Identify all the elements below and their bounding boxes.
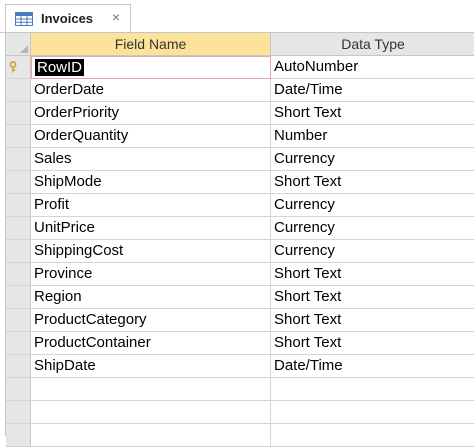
data-type-cell[interactable]: Short Text (271, 263, 474, 286)
document-tab-bar: Invoices × (0, 0, 474, 33)
table-row: OrderQuantity Number (6, 125, 474, 148)
row-selector[interactable] (6, 355, 31, 378)
table-row: ShipMode Short Text (6, 171, 474, 194)
table-row (6, 401, 474, 424)
data-type-cell[interactable]: Currency (271, 217, 474, 240)
row-selector[interactable] (6, 56, 31, 79)
field-name-cell[interactable] (31, 401, 271, 424)
data-type-cell[interactable]: Short Text (271, 286, 474, 309)
field-name-cell[interactable]: ProductCategory (31, 309, 271, 332)
tab-invoices[interactable]: Invoices × (5, 4, 131, 32)
table-row: ShippingCost Currency (6, 240, 474, 263)
selected-field-name: RowID (35, 59, 85, 76)
row-selector[interactable] (6, 148, 31, 171)
data-type-cell[interactable]: Currency (271, 148, 474, 171)
data-type-cell[interactable]: Number (271, 125, 474, 148)
row-selector[interactable] (6, 286, 31, 309)
field-name-cell[interactable]: OrderQuantity (31, 125, 271, 148)
row-selector[interactable] (6, 263, 31, 286)
field-name-cell[interactable]: UnitPrice (31, 217, 271, 240)
table-row: OrderDate Date/Time (6, 79, 474, 102)
field-name-cell[interactable]: ShipMode (31, 171, 271, 194)
data-type-cell[interactable]: Short Text (271, 171, 474, 194)
table-row: ShipDate Date/Time (6, 355, 474, 378)
field-name-cell[interactable]: Province (31, 263, 271, 286)
data-type-cell[interactable] (271, 401, 474, 424)
table-row: Province Short Text (6, 263, 474, 286)
table-icon (15, 12, 33, 26)
data-type-cell[interactable]: Date/Time (271, 79, 474, 102)
data-type-cell[interactable]: Date/Time (271, 355, 474, 378)
table-row: OrderPriority Short Text (6, 102, 474, 125)
table-row: RowID AutoNumber (6, 56, 474, 79)
row-selector[interactable] (6, 332, 31, 355)
data-type-cell[interactable]: Short Text (271, 102, 474, 125)
table-row: UnitPrice Currency (6, 217, 474, 240)
table-row: Profit Currency (6, 194, 474, 217)
row-selector[interactable] (6, 194, 31, 217)
field-name-cell[interactable]: ProductContainer (31, 332, 271, 355)
column-header-data-type[interactable]: Data Type (271, 33, 474, 55)
primary-key-icon (9, 61, 17, 73)
field-name-cell[interactable]: RowID (31, 56, 271, 79)
data-type-cell[interactable]: Short Text (271, 332, 474, 355)
table-design-grid: Field Name Data Type RowID AutoNumber Or… (5, 33, 474, 447)
row-selector[interactable] (6, 309, 31, 332)
column-header-field-name[interactable]: Field Name (31, 33, 271, 55)
row-selector[interactable] (6, 79, 31, 102)
data-type-cell[interactable]: Currency (271, 194, 474, 217)
field-name-cell[interactable]: Profit (31, 194, 271, 217)
field-name-cell[interactable]: OrderDate (31, 79, 271, 102)
row-selector[interactable] (6, 401, 31, 424)
grid-header: Field Name Data Type (6, 33, 474, 56)
field-name-cell[interactable]: ShipDate (31, 355, 271, 378)
table-row: ProductCategory Short Text (6, 309, 474, 332)
close-icon[interactable]: × (112, 9, 120, 25)
row-selector[interactable] (6, 217, 31, 240)
row-selector[interactable] (6, 378, 31, 401)
field-rows: RowID AutoNumber OrderDate Date/Time Ord… (6, 56, 474, 447)
select-all-corner[interactable] (6, 33, 31, 55)
field-name-cell[interactable] (31, 378, 271, 401)
data-type-cell[interactable] (271, 378, 474, 401)
table-row: Region Short Text (6, 286, 474, 309)
row-selector[interactable] (6, 102, 31, 125)
row-selector[interactable] (6, 171, 31, 194)
field-name-cell[interactable]: Region (31, 286, 271, 309)
data-type-cell[interactable]: AutoNumber (271, 56, 474, 79)
tab-title: Invoices (41, 11, 94, 26)
table-row (6, 378, 474, 401)
row-selector[interactable] (6, 240, 31, 263)
field-name-cell[interactable]: OrderPriority (31, 102, 271, 125)
table-row: Sales Currency (6, 148, 474, 171)
field-name-cell[interactable]: ShippingCost (31, 240, 271, 263)
field-name-cell[interactable]: Sales (31, 148, 271, 171)
table-row: ProductContainer Short Text (6, 332, 474, 355)
data-type-cell[interactable]: Currency (271, 240, 474, 263)
row-selector[interactable] (6, 125, 31, 148)
data-type-cell[interactable]: Short Text (271, 309, 474, 332)
